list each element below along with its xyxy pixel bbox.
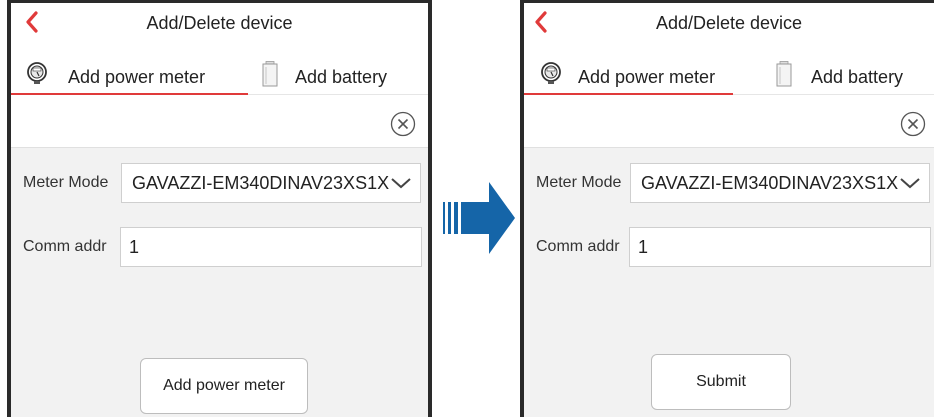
meter-mode-select[interactable]: GAVAZZI-EM340DINAV23XS1X xyxy=(630,163,930,203)
battery-icon xyxy=(262,61,278,92)
tab-add-power-meter[interactable]: Add power meter xyxy=(524,55,733,95)
meter-mode-value: GAVAZZI-EM340DINAV23XS1X xyxy=(641,172,899,193)
tab-label: Add battery xyxy=(811,67,904,87)
arrow-right-icon xyxy=(443,182,515,254)
tab-bar: Add power meter Add battery xyxy=(11,55,428,95)
close-icon xyxy=(390,111,416,137)
battery-icon xyxy=(776,61,792,92)
comm-addr-label: Comm addr xyxy=(23,238,107,255)
submit-button[interactable]: Submit xyxy=(651,354,791,410)
comm-addr-label: Comm addr xyxy=(536,238,620,255)
tab-add-battery[interactable]: Add battery xyxy=(764,55,934,95)
tab-label: Add power meter xyxy=(578,67,716,87)
title-bar: Add/Delete device xyxy=(11,3,428,41)
comm-addr-input[interactable]: 1 xyxy=(120,227,422,267)
tab-label: Add power meter xyxy=(68,67,206,87)
screen-after: Add/Delete device Add power meter Add ba… xyxy=(520,0,934,417)
meter-mode-label: Meter Mode xyxy=(536,174,622,191)
comm-addr-value: 1 xyxy=(129,236,140,257)
meter-mode-select[interactable]: GAVAZZI-EM340DINAV23XS1X xyxy=(121,163,421,203)
screen-before: Add/Delete device Add power meter Add ba… xyxy=(7,0,432,417)
close-button[interactable] xyxy=(390,111,416,137)
comm-addr-input[interactable]: 1 xyxy=(629,227,931,267)
comm-addr-row: Comm addr 1 xyxy=(524,222,934,272)
meter-mode-row: Meter Mode GAVAZZI-EM340DINAV23XS1X xyxy=(524,158,934,208)
meter-mode-value: GAVAZZI-EM340DINAV23XS1X xyxy=(132,172,390,193)
page-title: Add/Delete device xyxy=(655,13,803,33)
close-button[interactable] xyxy=(900,111,926,137)
power-meter-icon xyxy=(26,61,48,90)
close-row xyxy=(11,96,428,148)
power-meter-icon xyxy=(540,61,562,90)
close-icon xyxy=(900,111,926,137)
form-area: Meter Mode GAVAZZI-EM340DINAV23XS1X Comm… xyxy=(11,96,428,417)
meter-mode-row: Meter Mode GAVAZZI-EM340DINAV23XS1X xyxy=(11,158,428,208)
comm-addr-value: 1 xyxy=(638,236,649,257)
chevron-down-icon xyxy=(900,178,920,189)
tab-bar: Add power meter Add battery xyxy=(524,55,934,95)
title-bar: Add/Delete device xyxy=(524,3,934,41)
tab-add-battery[interactable]: Add battery xyxy=(248,55,428,95)
tab-label: Add battery xyxy=(295,67,388,87)
page-title: Add/Delete device xyxy=(146,13,293,33)
form-area: Meter Mode GAVAZZI-EM340DINAV23XS1X Comm… xyxy=(524,96,934,417)
add-power-meter-button[interactable]: Add power meter xyxy=(140,358,308,414)
meter-mode-label: Meter Mode xyxy=(23,174,109,191)
chevron-down-icon xyxy=(391,178,411,189)
tab-add-power-meter[interactable]: Add power meter xyxy=(11,55,248,95)
comm-addr-row: Comm addr 1 xyxy=(11,222,428,272)
close-row xyxy=(524,96,934,148)
